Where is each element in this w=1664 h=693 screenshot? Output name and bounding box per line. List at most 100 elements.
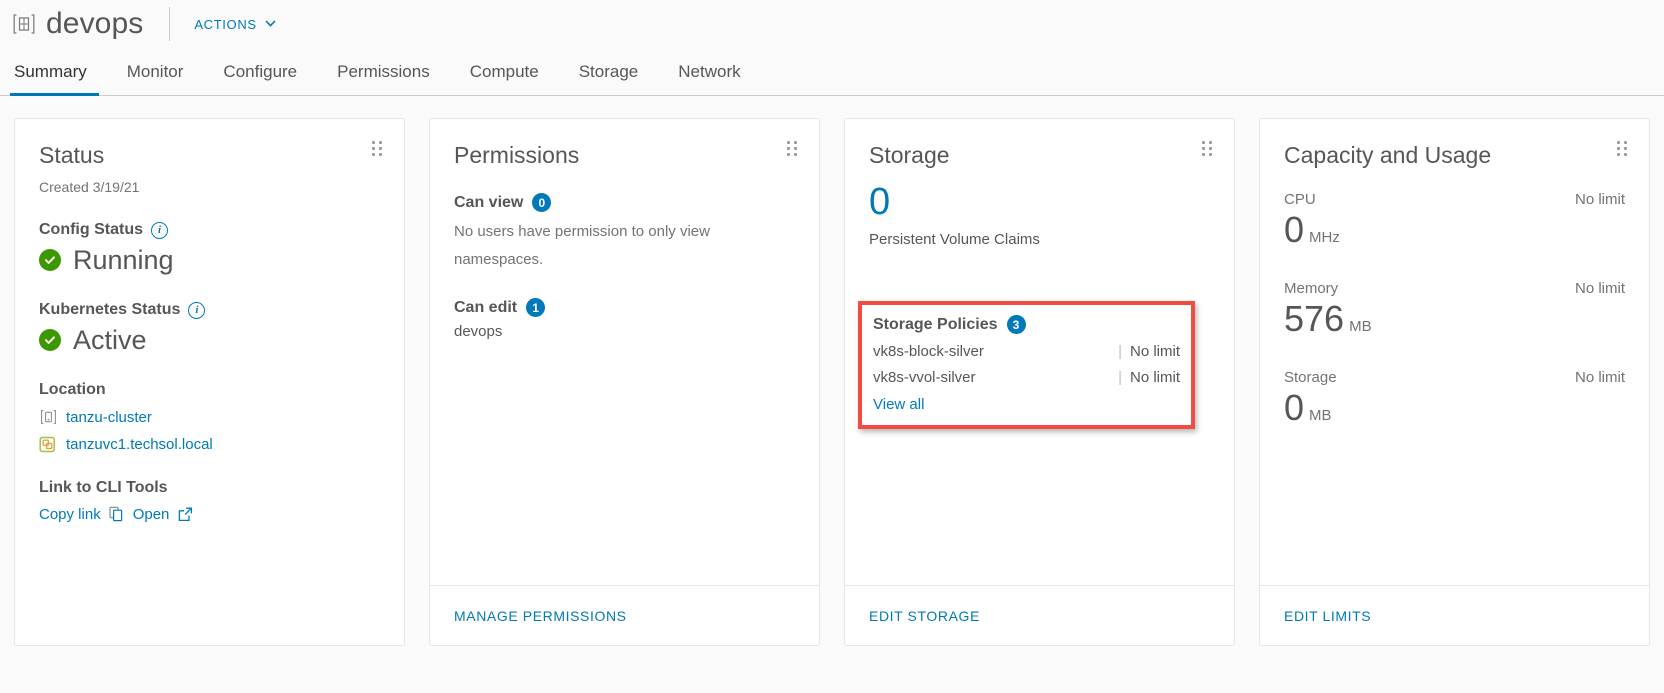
status-card-body: Status Created 3/19/21 Config Status i R… [15, 119, 404, 645]
storage-policy-row: vk8s-block-silver | No limit [873, 343, 1180, 360]
can-edit-row: Can edit 1 [454, 298, 795, 317]
capacity-metric-value: 0 [1284, 209, 1305, 250]
storage-policies-count-badge: 3 [1006, 315, 1026, 334]
titlebar: devops ACTIONS [0, 0, 1664, 48]
actions-label: ACTIONS [194, 16, 257, 32]
vcenter-icon [39, 435, 57, 453]
cluster-row[interactable]: tanzu-cluster [39, 408, 380, 426]
drag-handle-icon[interactable] [372, 141, 384, 157]
page-title: devops [46, 7, 144, 40]
capacity-metric-limit: No limit [1574, 280, 1625, 297]
tab-label: Configure [223, 61, 298, 81]
permissions-card-footer: MANAGE PERMISSIONS [430, 585, 819, 645]
capacity-metric-value-row: 0 MHz [1284, 210, 1625, 258]
capacity-metric-unit: MB [1349, 318, 1372, 335]
storage-policy-limit-value: No limit [1129, 369, 1180, 386]
copy-icon[interactable] [108, 505, 126, 523]
storage-card-title: Storage [869, 142, 950, 168]
tab-configure[interactable]: Configure [203, 48, 317, 95]
tab-permissions[interactable]: Permissions [317, 48, 450, 95]
can-view-label: Can view [454, 193, 524, 211]
storage-policy-row: vk8s-vvol-silver | No limit [873, 369, 1180, 386]
actions-menu-button[interactable]: ACTIONS [192, 13, 277, 36]
kubernetes-status-text: Kubernetes Status [39, 301, 181, 318]
tab-label: Storage [578, 61, 639, 81]
vcenter-link[interactable]: tanzuvc1.techsol.local [66, 436, 213, 453]
capacity-metric-value-row: 0 MB [1284, 388, 1625, 436]
capacity-metric-limit: No limit [1574, 369, 1625, 386]
tab-monitor[interactable]: Monitor [107, 48, 204, 95]
info-icon[interactable]: i [188, 301, 206, 319]
capacity-metric-value: 0 [1284, 387, 1305, 428]
tab-label: Monitor [126, 61, 184, 81]
info-icon[interactable]: i [151, 221, 168, 239]
location-label: Location [39, 381, 380, 399]
storage-policy-limit: | No limit [1118, 343, 1180, 360]
pvc-label: Persistent Volume Claims [869, 231, 1040, 248]
vcenter-row[interactable]: tanzuvc1.techsol.local [39, 435, 380, 453]
open-link[interactable]: Open [133, 506, 170, 523]
can-edit-label: Can edit [454, 298, 518, 316]
capacity-metric-limit: No limit [1574, 191, 1625, 208]
tab-network[interactable]: Network [658, 48, 760, 95]
capacity-metric-label: CPU [1284, 191, 1316, 208]
drag-handle-icon[interactable] [1202, 141, 1214, 157]
storage-policies-header: Storage Policies 3 [873, 315, 1180, 334]
storage-policy-limit-value: No limit [1129, 343, 1180, 360]
config-status-label: Config Status i [39, 221, 380, 239]
config-status-text: Config Status [39, 221, 143, 238]
edit-limits-button[interactable]: EDIT LIMITS [1284, 608, 1371, 624]
title-divider [169, 7, 171, 41]
cluster-link[interactable]: tanzu-cluster [66, 409, 152, 426]
success-check-icon [39, 249, 61, 271]
permissions-card-body: Permissions Can view 0 No users have per… [430, 119, 819, 585]
can-view-count-badge: 0 [532, 193, 552, 212]
storage-policies-highlight: Storage Policies 3 vk8s-block-silver | N… [858, 301, 1195, 429]
capacity-metric-header: Memory No limit [1284, 280, 1625, 297]
can-edit-count-badge: 1 [526, 298, 546, 317]
separator-bar: | [1118, 369, 1122, 386]
storage-card-body: Storage 0 Persistent Volume Claims Stora… [845, 119, 1234, 585]
namespace-summary-page: devops ACTIONS Summary Monitor Configure… [0, 0, 1664, 693]
tab-label: Network [678, 61, 741, 81]
external-link-icon[interactable] [176, 505, 194, 523]
permissions-card: Permissions Can view 0 No users have per… [429, 118, 820, 646]
success-check-icon [39, 329, 61, 351]
capacity-card-footer: EDIT LIMITS [1260, 585, 1649, 645]
capacity-metric-header: Storage No limit [1284, 369, 1625, 386]
chevron-down-icon [265, 19, 276, 30]
manage-permissions-button[interactable]: MANAGE PERMISSIONS [454, 608, 627, 624]
cli-tools-text: Link to CLI Tools [39, 479, 168, 496]
separator-bar: | [1118, 343, 1122, 360]
created-date: Created 3/19/21 [39, 179, 140, 195]
copy-link-link[interactable]: Copy link [39, 506, 101, 523]
kubernetes-status-value: Active [73, 325, 147, 355]
tab-bar: Summary Monitor Configure Permissions Co… [0, 48, 1664, 96]
storage-policy-name: vk8s-vvol-silver [873, 369, 976, 386]
capacity-metric-value: 576 [1284, 298, 1345, 339]
can-view-empty-text: No users have permission to only view na… [454, 223, 710, 268]
capacity-metric-label: Memory [1284, 280, 1339, 297]
config-status-value: Running [73, 245, 174, 275]
capacity-metric-label: Storage [1284, 369, 1337, 386]
status-card: Status Created 3/19/21 Config Status i R… [14, 118, 405, 646]
drag-handle-icon[interactable] [787, 141, 799, 157]
namespace-icon [10, 11, 38, 37]
storage-card: Storage 0 Persistent Volume Claims Stora… [844, 118, 1235, 646]
tab-storage[interactable]: Storage [559, 48, 659, 95]
tab-compute[interactable]: Compute [450, 48, 559, 95]
cluster-icon [39, 408, 57, 426]
capacity-metric-unit: MB [1309, 407, 1332, 424]
edit-storage-button[interactable]: EDIT STORAGE [869, 608, 980, 624]
summary-cards-grid: Status Created 3/19/21 Config Status i R… [0, 96, 1664, 646]
storage-policy-limit: | No limit [1118, 369, 1180, 386]
can-edit-user: devops [454, 323, 503, 340]
capacity-metric-memory: Memory No limit 576 MB [1284, 280, 1625, 347]
view-all-link[interactable]: View all [873, 396, 1180, 413]
tab-summary[interactable]: Summary [10, 48, 107, 96]
capacity-metric-value-row: 576 MB [1284, 299, 1625, 347]
capacity-metric-cpu: CPU No limit 0 MHz [1284, 191, 1625, 258]
storage-card-footer: EDIT STORAGE [845, 585, 1234, 645]
drag-handle-icon[interactable] [1617, 141, 1629, 157]
tab-label: Compute [469, 61, 539, 81]
